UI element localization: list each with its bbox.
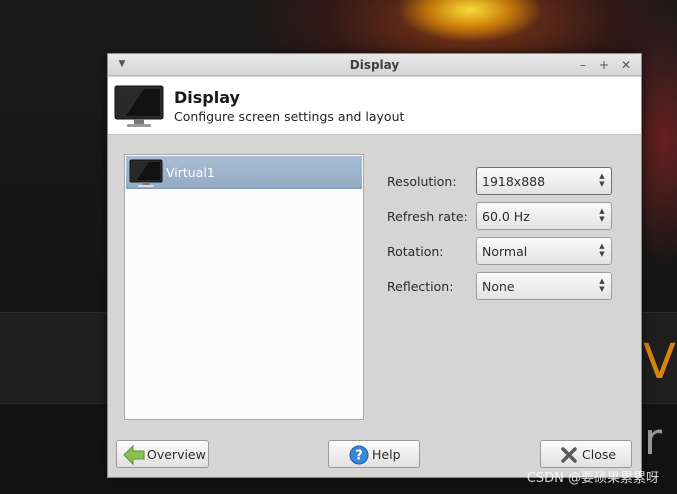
refresh-rate-label: Refresh rate: <box>387 209 468 224</box>
close-button-label: Close <box>582 447 617 462</box>
help-icon: ? <box>349 445 369 469</box>
help-button-label: Help <box>372 447 401 462</box>
spin-arrows-icon: ▲ ▼ <box>599 172 605 188</box>
header-title: Display <box>174 88 240 107</box>
svg-text:?: ? <box>355 449 363 464</box>
window-titlebar[interactable]: ▼ Display – + ✕ <box>108 54 641 76</box>
spin-arrows-icon: ▲ ▼ <box>599 242 605 258</box>
watermark-text: CSDN @要硕果累累呀 <box>526 471 659 486</box>
monitor-icon <box>129 159 163 192</box>
resolution-combo[interactable]: 1918x888 ▲ ▼ <box>476 167 612 195</box>
rotation-value: Normal <box>482 244 528 259</box>
overview-button-label: Overview <box>147 447 206 462</box>
reflection-label: Reflection: <box>387 279 454 294</box>
header-subtitle: Configure screen settings and layout <box>174 109 405 124</box>
rotation-combo[interactable]: Normal ▲ ▼ <box>476 237 612 265</box>
reflection-value: None <box>482 279 515 294</box>
wallpaper-letter-v: V <box>643 334 676 390</box>
wallpaper-letter-r: r <box>644 414 663 465</box>
monitor-icon <box>114 85 164 133</box>
display-settings-window: ▼ Display – + ✕ Display Configure screen… <box>107 53 642 478</box>
maximize-icon[interactable]: + <box>596 57 612 73</box>
output-item-label: Virtual1 <box>166 165 215 180</box>
spin-arrows-icon: ▲ ▼ <box>599 277 605 293</box>
overview-button[interactable]: Overview <box>116 440 209 468</box>
minimize-icon[interactable]: – <box>575 57 591 73</box>
output-item-virtual1[interactable]: Virtual1 <box>126 156 362 189</box>
rotation-label: Rotation: <box>387 244 444 259</box>
close-button[interactable]: Close <box>540 440 632 468</box>
refresh-rate-value: 60.0 Hz <box>482 209 530 224</box>
output-list[interactable]: Virtual1 <box>124 154 364 420</box>
window-title: Display <box>349 58 400 72</box>
dialog-header: Display Configure screen settings and la… <box>108 77 641 135</box>
resolution-value: 1918x888 <box>482 174 546 189</box>
refresh-rate-combo[interactable]: 60.0 Hz ▲ ▼ <box>476 202 612 230</box>
resolution-label: Resolution: <box>387 174 457 189</box>
help-button[interactable]: ? Help <box>328 440 420 468</box>
reflection-combo[interactable]: None ▲ ▼ <box>476 272 612 300</box>
close-window-icon[interactable]: ✕ <box>618 57 634 73</box>
spin-arrows-icon: ▲ ▼ <box>599 207 605 223</box>
back-arrow-icon <box>123 444 145 469</box>
close-x-icon <box>560 446 578 468</box>
